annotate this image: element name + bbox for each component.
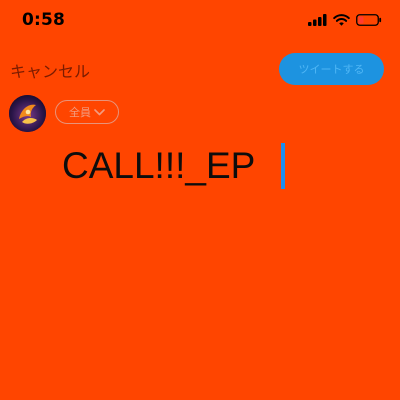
- wifi-icon: [333, 14, 350, 26]
- cancel-button[interactable]: キャンセル: [10, 58, 90, 82]
- audience-selector[interactable]: 全員: [55, 100, 119, 124]
- audience-label: 全員: [69, 106, 91, 119]
- tweet-text-area[interactable]: CALL!!!_EP: [58, 138, 378, 198]
- tweet-button[interactable]: ツイートする: [279, 53, 384, 85]
- avatar-image: [9, 95, 46, 132]
- status-bar: 0:58: [0, 0, 400, 44]
- tweet-text: CALL!!!_EP: [62, 145, 256, 186]
- battery-low-icon: [356, 14, 382, 26]
- status-icons: [308, 14, 382, 26]
- cellular-signal-icon: [308, 14, 327, 26]
- text-cursor: [281, 143, 285, 189]
- avatar[interactable]: [9, 95, 46, 132]
- chevron-down-icon: [94, 108, 105, 115]
- status-time: 0:58: [22, 10, 66, 30]
